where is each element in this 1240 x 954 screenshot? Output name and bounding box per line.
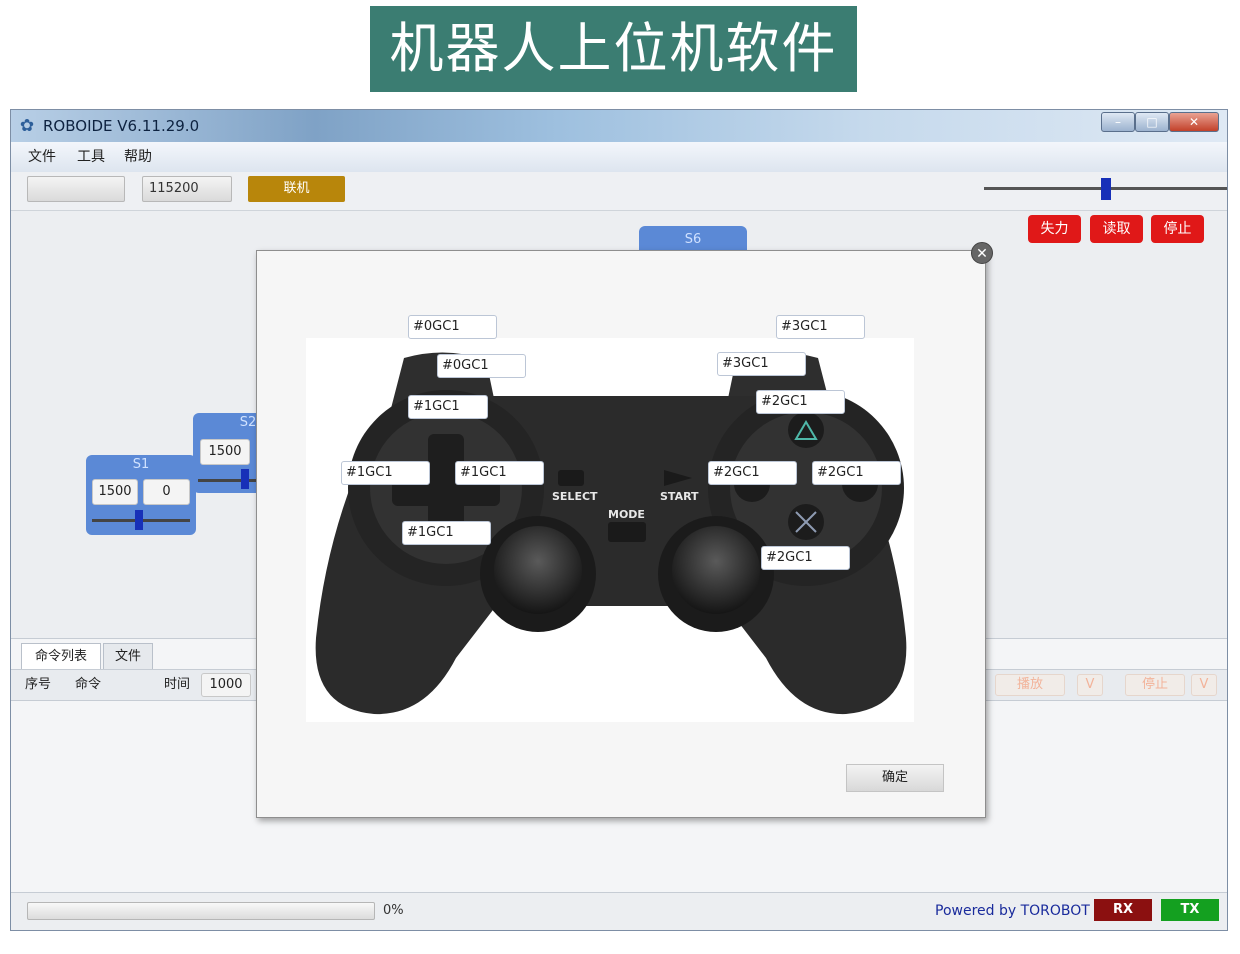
dialog-close-icon[interactable]: ✕ bbox=[971, 242, 993, 264]
stop-options-button[interactable]: V bbox=[1191, 674, 1217, 696]
close-button[interactable]: ✕ bbox=[1169, 112, 1219, 132]
start-button-text: START bbox=[660, 490, 699, 503]
time-input[interactable]: 1000 bbox=[201, 673, 251, 697]
servo-s2-value[interactable]: 1500 bbox=[200, 439, 250, 465]
play-options-button[interactable]: V bbox=[1077, 674, 1103, 696]
tab-command-list[interactable]: 命令列表 bbox=[21, 643, 101, 669]
servo-s2-slider[interactable] bbox=[198, 479, 258, 482]
status-bar: 0% Powered by TOROBOT RX TX bbox=[11, 892, 1227, 930]
minimize-button[interactable]: – bbox=[1101, 112, 1135, 132]
page-banner-title: 机器人上位机软件 bbox=[370, 6, 857, 92]
speed-slider-thumb[interactable] bbox=[1100, 178, 1111, 200]
label-dpad-right[interactable]: #1GC1 bbox=[455, 461, 544, 485]
label-circle[interactable]: #2GC1 bbox=[812, 461, 901, 485]
maximize-button[interactable]: □ bbox=[1135, 112, 1169, 132]
servo-s2-panel[interactable]: S2 1500 bbox=[193, 413, 263, 493]
toolbar: 115200 联机 bbox=[11, 172, 1227, 211]
header-time-label: 时间 bbox=[164, 677, 191, 692]
baud-rate-select[interactable]: 115200 bbox=[142, 176, 232, 202]
servo-s1-panel[interactable]: S1 1500 0 bbox=[86, 455, 196, 535]
tab-file[interactable]: 文件 bbox=[103, 643, 153, 669]
window-controls: – □ ✕ bbox=[1101, 112, 1221, 132]
progress-bar bbox=[27, 902, 375, 920]
rx-indicator: RX bbox=[1094, 899, 1152, 921]
tx-indicator: TX bbox=[1161, 899, 1219, 921]
powered-by-text: Powered by TOROBOT bbox=[935, 903, 1090, 919]
servo-s1-offset[interactable]: 0 bbox=[143, 479, 190, 505]
label-triangle[interactable]: #2GC1 bbox=[756, 390, 845, 414]
label-cross[interactable]: #2GC1 bbox=[761, 546, 850, 570]
read-button[interactable]: 读取 bbox=[1090, 215, 1143, 243]
header-index: 序号 bbox=[25, 677, 52, 692]
label-dpad-down[interactable]: #1GC1 bbox=[402, 521, 491, 545]
label-l1[interactable]: #0GC1 bbox=[437, 354, 526, 378]
select-button-text: SELECT bbox=[552, 490, 598, 503]
label-square[interactable]: #2GC1 bbox=[708, 461, 797, 485]
power-off-button[interactable]: 失力 bbox=[1028, 215, 1081, 243]
progress-percent: 0% bbox=[383, 903, 404, 918]
label-dpad-left[interactable]: #1GC1 bbox=[341, 461, 430, 485]
menu-bar: 文件 工具 帮助 bbox=[11, 142, 1227, 173]
port-select[interactable] bbox=[27, 176, 125, 202]
menu-tools[interactable]: 工具 bbox=[77, 148, 105, 166]
menu-file[interactable]: 文件 bbox=[28, 148, 56, 166]
connect-button[interactable]: 联机 bbox=[248, 176, 345, 202]
title-bar[interactable]: ✿ ROBOIDE V6.11.29.0 – □ ✕ bbox=[11, 110, 1227, 142]
label-r1[interactable]: #3GC1 bbox=[717, 352, 806, 376]
label-r2[interactable]: #3GC1 bbox=[776, 315, 865, 339]
app-logo-icon: ✿ bbox=[19, 116, 35, 136]
label-dpad-up[interactable]: #1GC1 bbox=[408, 395, 488, 419]
servo-s1-value[interactable]: 1500 bbox=[92, 479, 138, 505]
header-command: 命令 bbox=[75, 677, 102, 692]
servo-s1-label: S1 bbox=[132, 457, 150, 472]
stop-button[interactable]: 停止 bbox=[1151, 215, 1204, 243]
play-button[interactable]: 播放 bbox=[995, 674, 1065, 696]
stop-playback-button[interactable]: 停止 bbox=[1125, 674, 1185, 696]
mode-button-text: MODE bbox=[608, 508, 645, 521]
ok-button[interactable]: 确定 bbox=[846, 764, 944, 792]
menu-help[interactable]: 帮助 bbox=[124, 148, 152, 166]
label-l2[interactable]: #0GC1 bbox=[408, 315, 497, 339]
servo-s1-slider-thumb[interactable] bbox=[135, 510, 143, 530]
window-title: ROBOIDE V6.11.29.0 bbox=[43, 117, 200, 135]
servo-s2-slider-thumb[interactable] bbox=[241, 469, 249, 489]
